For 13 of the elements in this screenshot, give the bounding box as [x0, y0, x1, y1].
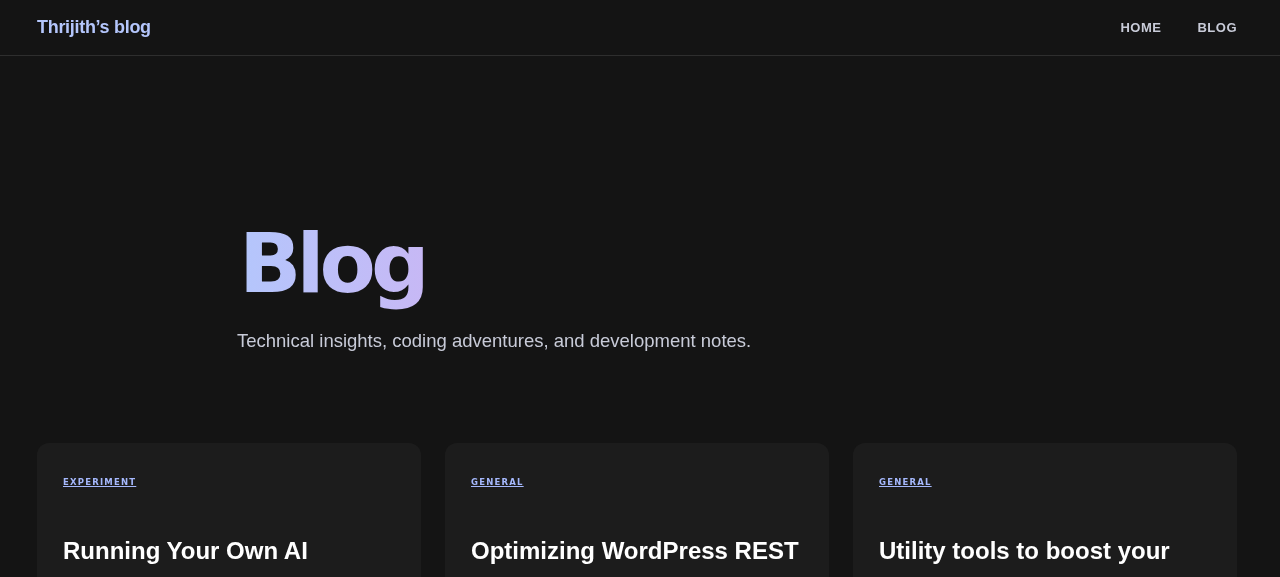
category-link[interactable]: EXPERIMENT [63, 477, 137, 487]
page-subtitle: Technical insights, coding adventures, and development notes. [237, 330, 753, 352]
nav-link[interactable]: HOME [1120, 20, 1162, 35]
nav-link[interactable]: BLOG [1197, 20, 1237, 35]
post-title[interactable]: Optimizing WordPress REST [471, 537, 803, 565]
post-title[interactable]: Utility tools to boost your [879, 537, 1211, 565]
post-card[interactable]: EXPERIMENT Running Your Own AI [37, 443, 421, 577]
site-logo[interactable]: Thrijith’s blog [37, 17, 151, 38]
post-card[interactable]: GENERAL Optimizing WordPress REST [445, 443, 829, 577]
post-card[interactable]: GENERAL Utility tools to boost your [853, 443, 1237, 577]
post-title[interactable]: Running Your Own AI [63, 537, 395, 565]
category-link[interactable]: GENERAL [471, 477, 524, 487]
category-link[interactable]: GENERAL [879, 477, 932, 487]
